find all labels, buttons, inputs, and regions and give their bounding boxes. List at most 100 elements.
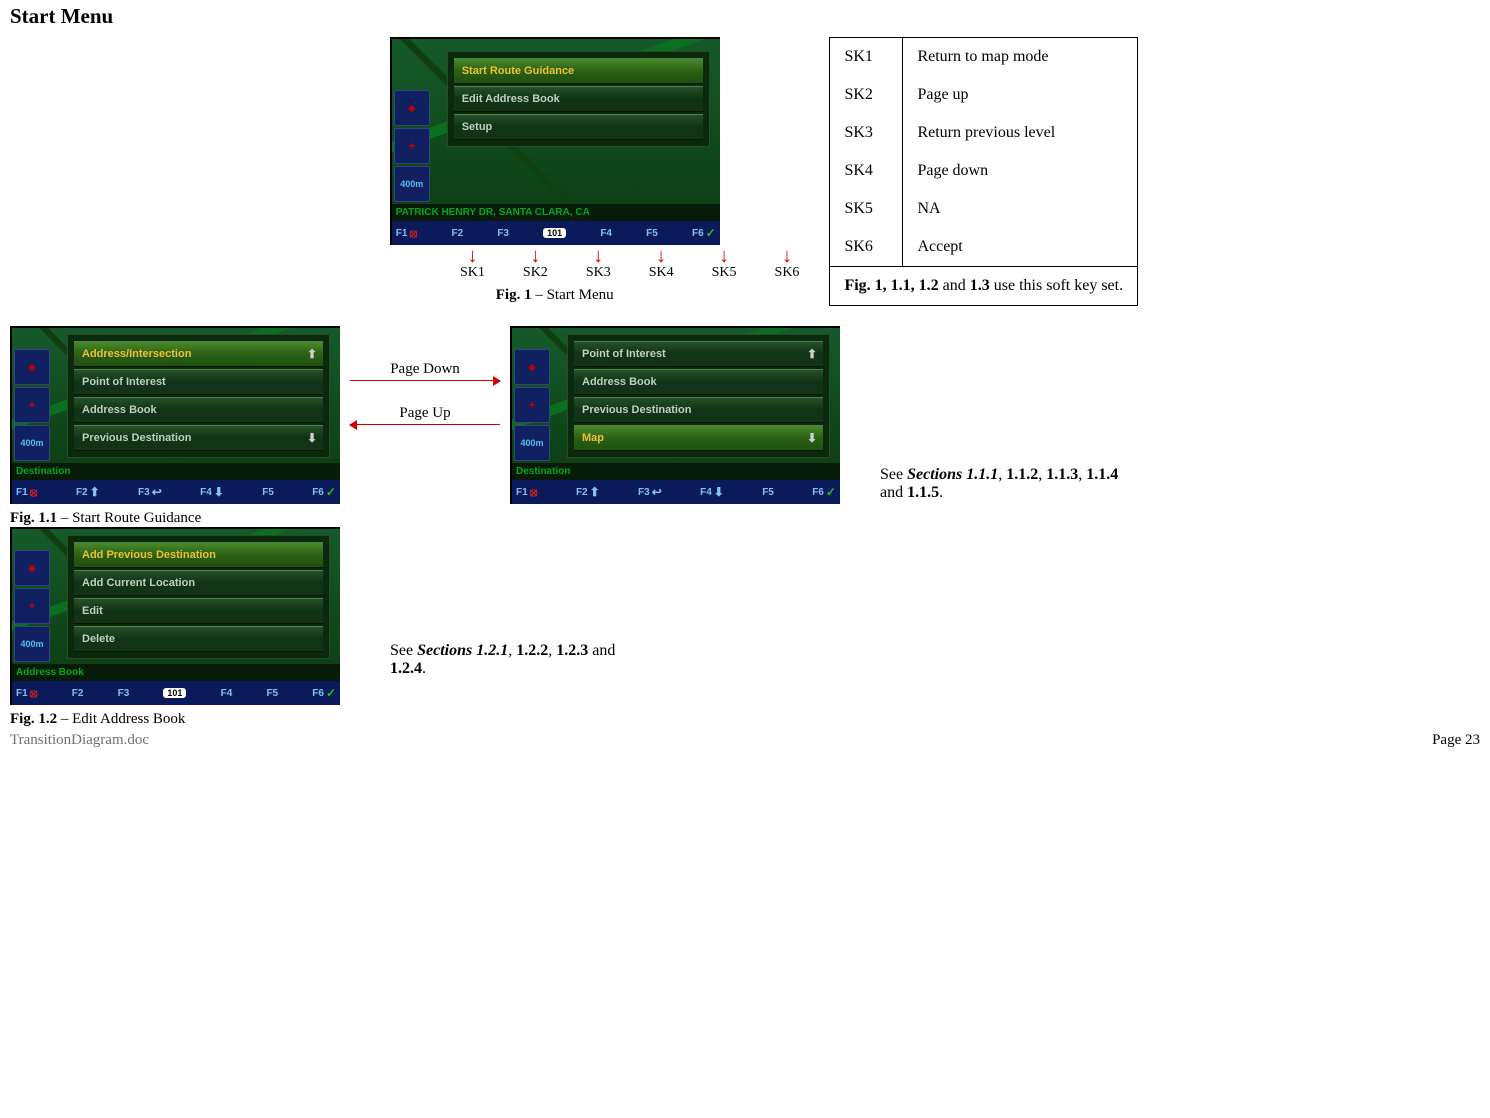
check-icon: ✓: [326, 485, 336, 499]
menu-item[interactable]: Point of Interest⬆: [574, 341, 823, 367]
arrow-up-icon: ⬆: [590, 485, 600, 499]
gps-icon: ◆: [514, 349, 550, 385]
arrow-down-icon: ⬇: [807, 431, 817, 445]
page-title: Start Menu: [10, 4, 1480, 29]
sk-label: SK4: [649, 265, 674, 281]
gps-screen-fig11a: ◆ ✦ 400m Address/Intersection⬆ Point of …: [10, 326, 340, 504]
gps-screen-fig12: ◆ ✦ 400m Add Previous Destination Add Cu…: [10, 527, 340, 705]
menu-panel: Add Previous Destination Add Current Loc…: [67, 535, 330, 659]
menu-panel: Point of Interest⬆ Address Book Previous…: [567, 334, 830, 458]
table-row: SK5NA: [830, 190, 1138, 228]
table-row: SK2Page up: [830, 76, 1138, 114]
f4-label: F4: [600, 228, 612, 239]
table-row: SK1Return to map mode: [830, 38, 1138, 77]
return-icon: ↩: [152, 485, 162, 499]
sk-label: SK5: [712, 265, 737, 281]
arrow-left-icon: [350, 424, 500, 425]
close-icon: ⦻: [30, 686, 38, 701]
arrow-down-icon: ↓: [782, 247, 792, 265]
return-icon: ↩: [652, 485, 662, 499]
f1-label: F1: [396, 228, 408, 239]
menu-item[interactable]: Delete: [74, 626, 323, 652]
compass-icon: ✦: [14, 387, 50, 423]
compass-icon: ✦: [514, 387, 550, 423]
sk-label: SK6: [775, 265, 800, 281]
footer-page-number: Page 23: [1432, 732, 1480, 749]
softkey-arrow-row: ↓SK1 ↓SK2 ↓SK3 ↓SK4 ↓SK5 ↓SK6: [310, 247, 799, 281]
function-key-bar: F1⦻ F2 F3 101 F4 F5 F6✓: [392, 221, 720, 245]
arrow-up-icon: ⬆: [90, 485, 100, 499]
status-bar: Address Book: [12, 664, 340, 681]
menu-item[interactable]: Edit: [74, 598, 323, 624]
close-icon: ⦻: [530, 485, 538, 500]
function-key-bar: F1 ⦻ F2 ⬆ F3 ↩ F4 ⬇ F5 F6 ✓: [12, 480, 340, 504]
paging-arrows: Page Down Page Up: [340, 326, 510, 425]
arrow-down-icon: ↓: [593, 247, 603, 265]
gps-screen-fig11b: ◆ ✦ 400m Point of Interest⬆ Address Book…: [510, 326, 840, 504]
figure-1-caption: Fig. 1 – Start Menu: [496, 287, 614, 304]
close-icon: ⦻: [30, 485, 38, 500]
menu-item[interactable]: Previous Destination: [574, 397, 823, 423]
gps-screen-fig1: ◆ ✦ 400m Start Route Guidance Edit Addre…: [390, 37, 720, 245]
menu-item[interactable]: Address Book: [574, 369, 823, 395]
table-row: SK6Accept: [830, 228, 1138, 267]
menu-item[interactable]: Map⬇: [574, 425, 823, 451]
figure-12-caption: Fig. 1.2 – Edit Address Book: [10, 711, 340, 728]
page-down-label: Page Down: [390, 361, 460, 378]
sk-label: SK2: [523, 265, 548, 281]
menu-item-start-route[interactable]: Start Route Guidance: [454, 58, 703, 84]
figure-11-caption: Fig. 1.1 – Start Route Guidance: [10, 510, 340, 527]
menu-item[interactable]: Add Current Location: [74, 570, 323, 596]
softkey-table: SK1Return to map mode SK2Page up SK3Retu…: [829, 37, 1138, 306]
menu-item-edit-address-book[interactable]: Edit Address Book: [454, 86, 703, 112]
arrow-down-icon: ↓: [530, 247, 540, 265]
gps-icon: ◆: [14, 349, 50, 385]
status-bar: Destination: [12, 463, 340, 480]
page-footer: TransitionDiagram.doc Page 23: [10, 732, 1480, 749]
menu-panel: Address/Intersection⬆ Point of Interest …: [67, 334, 330, 458]
arrow-up-icon: ⬆: [307, 347, 317, 361]
arrow-right-icon: [350, 380, 500, 381]
page-up-label: Page Up: [399, 405, 450, 422]
function-key-bar: F1 ⦻ F2 F3 101 F4 F5 F6 ✓: [12, 681, 340, 705]
f5-label: F5: [646, 228, 658, 239]
menu-item[interactable]: Point of Interest: [74, 369, 323, 395]
check-icon: ✓: [706, 226, 716, 240]
table-row: SK3Return previous level: [830, 114, 1138, 152]
compass-icon: ✦: [394, 128, 430, 164]
scale-indicator: 400m: [394, 166, 430, 202]
arrow-down-icon: ↓: [467, 247, 477, 265]
see-sections-1: See Sections 1.1.1, 1.1.2, 1.1.3, 1.1.4 …: [880, 466, 1130, 502]
menu-item[interactable]: Address/Intersection⬆: [74, 341, 323, 367]
footer-doc-name: TransitionDiagram.doc: [10, 732, 149, 749]
function-key-bar: F1 ⦻ F2 ⬆ F3 ↩ F4 ⬇ F5 F6 ✓: [512, 480, 840, 504]
see-sections-2: See Sections 1.2.1, 1.2.2, 1.2.3 and 1.2…: [390, 642, 640, 678]
status-bar: Destination: [512, 463, 840, 480]
scale-indicator: 400m: [14, 626, 50, 662]
arrow-down-icon: ⬇: [214, 485, 224, 499]
check-icon: ✓: [826, 485, 836, 499]
menu-item[interactable]: Previous Destination⬇: [74, 425, 323, 451]
menu-item-setup[interactable]: Setup: [454, 114, 703, 140]
sk-label: SK1: [460, 265, 485, 281]
figure-1-block: ◆ ✦ 400m Start Route Guidance Edit Addre…: [310, 37, 799, 304]
check-icon: ✓: [326, 686, 336, 700]
arrow-down-icon: ↓: [656, 247, 666, 265]
gps-icon: ◆: [14, 550, 50, 586]
route-shield: 101: [543, 228, 566, 238]
menu-item[interactable]: Address Book: [74, 397, 323, 423]
softkey-footnote: Fig. 1, 1.1, 1.2 and 1.3 use this soft k…: [830, 267, 1138, 306]
sk-label: SK3: [586, 265, 611, 281]
arrow-up-icon: ⬆: [807, 347, 817, 361]
menu-item[interactable]: Add Previous Destination: [74, 542, 323, 568]
close-icon: ⦻: [409, 226, 417, 241]
table-row: SK4Page down: [830, 152, 1138, 190]
compass-icon: ✦: [14, 588, 50, 624]
menu-panel: Start Route Guidance Edit Address Book S…: [447, 51, 710, 147]
arrow-down-icon: ⬇: [307, 431, 317, 445]
f2-label: F2: [451, 228, 463, 239]
arrow-down-icon: ↓: [719, 247, 729, 265]
route-shield: 101: [163, 688, 186, 698]
f3-label: F3: [497, 228, 509, 239]
arrow-down-icon: ⬇: [714, 485, 724, 499]
